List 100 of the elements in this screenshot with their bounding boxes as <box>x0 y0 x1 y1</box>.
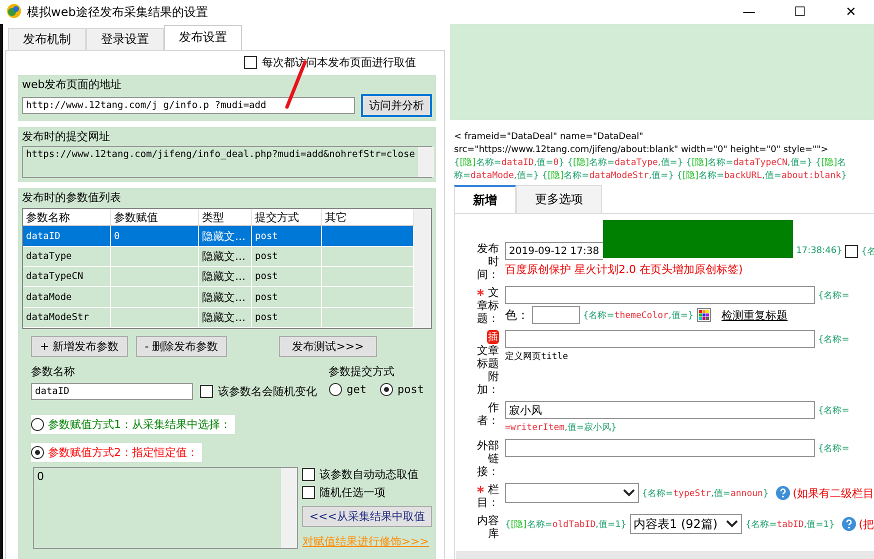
title-field[interactable] <box>505 286 815 304</box>
tab[interactable]: 发布设置 <box>164 25 242 50</box>
help-icon[interactable] <box>842 517 856 531</box>
group-title: 发布时的提交网址 <box>22 129 111 144</box>
table-cell: 隐藏文... <box>202 228 246 244</box>
dropdown[interactable]: 内容表1 (92篇) <box>630 514 742 534</box>
radio-button[interactable] <box>31 418 44 431</box>
color-field[interactable] <box>532 306 580 324</box>
hint-text: {名称= <box>818 290 850 302</box>
table-cell: 隐藏文... <box>202 248 246 264</box>
radio-button[interactable] <box>31 446 44 459</box>
tab[interactable]: 新增 <box>454 185 516 213</box>
hint-text: {名称=themeColor,值=} <box>583 310 694 322</box>
note-text: 百度原创保护 星火计划2.0 在页头增加原创标签) <box>505 262 744 277</box>
code-line: {[隐]名称=dataID,值=0} {[隐]名称=dataType,值=} {[隐]名称=dataTypeCN,值=} {[隐]名 <box>454 158 846 168</box>
table-row[interactable]: dataMode 隐藏文... post <box>23 287 414 308</box>
hint-text: {名称=typeStr,值=announ} <box>642 488 769 500</box>
table-row[interactable]: dataID 0 隐藏文... post <box>23 226 414 247</box>
checkbox-label: 该参数名会随机变化 <box>218 384 317 399</box>
group-title: 发布时的参数值列表 <box>22 190 122 205</box>
help-icon[interactable] <box>776 486 790 500</box>
value-text: 0 <box>36 469 45 485</box>
table-cell: dataTypeCN <box>26 271 84 282</box>
maximize-button[interactable]: ☐ <box>777 4 823 20</box>
date-field[interactable]: 2019-09-12 17:38 <box>505 242 604 260</box>
checkbox[interactable] <box>244 56 257 68</box>
scrollbar[interactable] <box>418 147 434 177</box>
hint-text: {[隐]名称=oldTabID,值=1} <box>505 518 627 530</box>
column-header[interactable]: 参数赋值 <box>111 209 199 226</box>
add-param-button[interactable]: + 新增发布参数 <box>31 336 128 357</box>
table-cell: dataType <box>26 250 72 262</box>
param-name-field[interactable]: dataID <box>31 383 193 400</box>
checkbox-label: 随机任选一项 <box>319 485 386 500</box>
table-row[interactable]: dataType 隐藏文... post <box>23 246 414 268</box>
table-cell: dataID <box>26 230 60 242</box>
checkbox[interactable] <box>845 244 858 258</box>
checkbox[interactable] <box>302 486 316 499</box>
url-field[interactable]: http://www.12tang.com/j g/info.p ?mudi=add <box>22 97 355 114</box>
dropdown[interactable] <box>505 483 639 503</box>
column-header[interactable]: 类型 <box>199 209 252 226</box>
field-label: 内容库 <box>476 514 499 540</box>
text-field[interactable] <box>505 439 815 457</box>
field-label: 发布时间： <box>476 242 499 281</box>
scrollbar[interactable] <box>281 468 298 548</box>
table-cell: post <box>255 250 278 262</box>
field-label: 作者： <box>476 401 499 427</box>
take-value-button[interactable]: <<<从采集结果中取值 <box>302 506 432 527</box>
radio-button[interactable] <box>380 383 392 396</box>
helper-text: =writerItem,值=寂小风} <box>505 422 617 434</box>
radio-label: get <box>346 383 366 396</box>
value-field[interactable]: 0 <box>33 467 298 549</box>
submit-url-field[interactable]: https://www.12tang.com/jifeng/info_deal.php?mudi=add&nohrefStr=close <box>22 146 432 178</box>
tab[interactable]: 登录设置 <box>86 28 164 50</box>
hint-text: {名称= <box>818 334 850 346</box>
field-label: 文章标题： <box>476 286 499 325</box>
field-label: 外部链接： <box>476 439 499 478</box>
badge: 插 <box>487 330 499 344</box>
submit-url-text: https://www.12tang.com/jifeng/info_deal.php?mudi=add&nohrefStr=close <box>25 148 416 162</box>
table-cell: post <box>255 271 278 282</box>
text-field[interactable]: 寂小风 <box>505 401 815 419</box>
test-publish-button[interactable]: 发布测试>>> <box>279 336 377 357</box>
scrollbar[interactable] <box>456 551 874 559</box>
group-title: web发布页面的地址 <box>22 77 123 92</box>
checkbox-label: 该参数自动动态取值 <box>319 467 418 482</box>
table-row[interactable]: dataModeStr 隐藏文... post <box>23 308 414 328</box>
radio-label: 参数赋值方式2：指定恒定值： <box>48 445 198 460</box>
text-field[interactable] <box>505 330 815 348</box>
column-header[interactable]: 提交方式 <box>252 209 322 226</box>
color-label: 色： <box>505 306 529 324</box>
table-cell: dataMode <box>26 292 72 303</box>
column-header[interactable]: 参数名称 <box>23 209 111 226</box>
hint-text: {名称=tabID,值=1} <box>745 518 835 530</box>
note-text: (把 <box>858 516 874 532</box>
radio-label: 参数赋值方式1：从采集结果中选择： <box>48 417 231 432</box>
code-line: 称=dataMode,值=} {[隐]名称=dataModeStr,值=} {[隐]名称=backURL,值=about:blank} <box>454 171 847 181</box>
table-cell: post <box>255 312 278 323</box>
tab[interactable]: 更多选项 <box>516 185 602 213</box>
note-text: (如果有二级栏目 <box>792 486 874 500</box>
check-duplicate-link[interactable]: 检测重复标题 <box>722 308 788 322</box>
checkbox[interactable] <box>200 385 213 398</box>
table-cell: 隐藏文... <box>202 310 246 325</box>
checkbox[interactable] <box>302 468 316 481</box>
window-title: 模拟web途径发布采集结果的设置 <box>27 4 208 20</box>
tab[interactable]: 发布机制 <box>8 28 86 50</box>
radio-button[interactable] <box>328 383 342 396</box>
table-cell: 隐藏文... <box>202 290 246 305</box>
palette-icon[interactable] <box>696 308 711 322</box>
scrollbar[interactable] <box>414 209 431 328</box>
hint-text: 17:38:46} <box>796 246 842 256</box>
minimize-button[interactable]: — <box>726 4 772 20</box>
table-cell: 隐藏文... <box>202 269 246 284</box>
close-button[interactable]: ✕ <box>828 4 874 20</box>
table-row[interactable]: dataTypeCN 隐藏文... post <box>23 267 414 288</box>
section-title: 参数提交方式 <box>328 364 396 379</box>
helper-text: 定义网页title <box>505 350 568 363</box>
section-title: 参数名称 <box>31 364 76 379</box>
delete-param-button[interactable]: - 删除发布参数 <box>136 336 228 357</box>
field-label: 文章标题附加： <box>476 344 499 396</box>
hint-text: {名称= <box>818 404 850 416</box>
visit-button[interactable]: 访问并分析 <box>361 94 432 117</box>
